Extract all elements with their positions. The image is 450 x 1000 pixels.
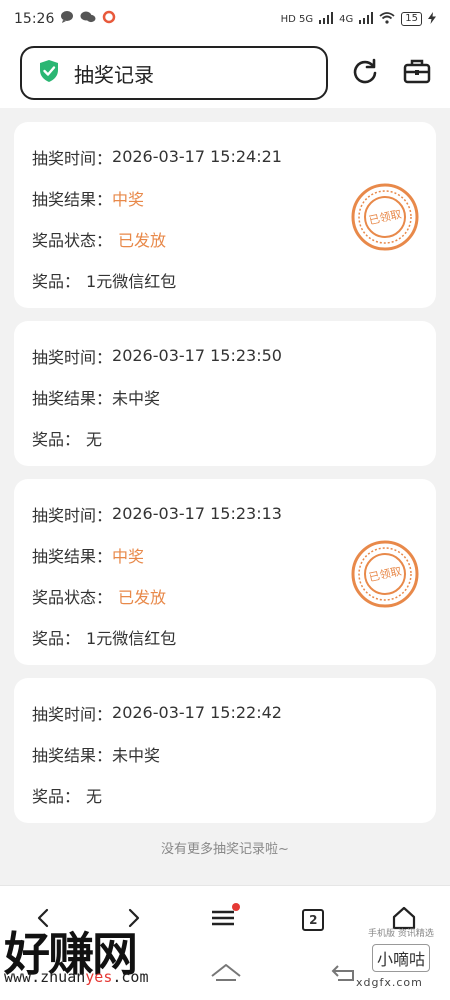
signal-bars-icon [359, 11, 374, 27]
prize-value: 1元微信红包 [86, 271, 177, 291]
prize-value: 无 [86, 786, 103, 806]
prize-value: 无 [86, 429, 103, 449]
watermark-brand: 小嘀咕 [372, 944, 431, 972]
time-label: 抽奖时间： [32, 347, 113, 367]
status-label: 奖品状态： [32, 230, 113, 250]
chat-bubble-icon [60, 10, 74, 28]
watermark-domain: xdgfx.com [356, 976, 423, 989]
prize-label: 奖品： [32, 429, 81, 449]
status-value: 已发放 [118, 230, 167, 250]
time-value: 2026-03-17 15:22:42 [112, 703, 282, 722]
signal-bars-icon [319, 11, 334, 27]
prize-value: 1元微信红包 [86, 628, 177, 648]
signal-5g: HD 5G [280, 13, 314, 25]
stamp-text: 已领取 [368, 208, 403, 228]
claimed-stamp: 已领取 [351, 183, 419, 251]
time-label: 抽奖时间： [32, 704, 113, 724]
system-home-icon[interactable] [210, 962, 242, 986]
watermark-url: www.zhuanyes.com [4, 968, 149, 986]
record-icon [102, 10, 116, 28]
signal-4g: 4G [339, 13, 354, 25]
time-value: 2026-03-17 15:23:50 [112, 346, 282, 365]
app-header: 抽奖记录 [0, 38, 450, 108]
wifi-icon [379, 11, 395, 27]
record-list: 抽奖时间： 2026-03-17 15:24:21 抽奖结果： 中奖 奖品状态： 已发… [14, 122, 436, 836]
charging-icon [428, 11, 436, 27]
result-label: 抽奖结果： [32, 546, 113, 566]
record-card: 抽奖时间： 2026-03-17 15:23:13 抽奖结果： 中奖 奖品状态： 已发… [14, 479, 436, 665]
status-bar: 15:26 HD 5G 4G 15 [0, 0, 450, 38]
page-title: 抽奖记录 [74, 62, 154, 87]
status-value: 已发放 [118, 587, 167, 607]
prize-label: 奖品： [32, 786, 81, 806]
menu-icon[interactable] [210, 903, 240, 933]
status-time: 15:26 [14, 11, 55, 27]
notification-dot [231, 903, 240, 911]
result-label: 抽奖结果： [32, 388, 113, 408]
result-value: 未中奖 [112, 388, 161, 408]
time-label: 抽奖时间： [32, 505, 113, 525]
time-value: 2026-03-17 15:23:13 [112, 504, 282, 523]
wechat-icon [80, 10, 96, 28]
toolbox-button[interactable] [402, 58, 432, 88]
time-label: 抽奖时间： [32, 148, 113, 168]
time-value: 2026-03-17 15:24:21 [112, 147, 282, 166]
result-label: 抽奖结果： [32, 745, 113, 765]
toolbox-icon [403, 58, 431, 88]
result-label: 抽奖结果： [32, 189, 113, 209]
prize-label: 奖品： [32, 628, 81, 648]
shield-check-icon [38, 59, 60, 87]
result-value: 中奖 [112, 189, 145, 209]
record-card: 抽奖时间： 2026-03-17 15:22:42 抽奖结果： 未中奖 奖品：无 [14, 678, 436, 823]
prize-label: 奖品： [32, 271, 81, 291]
refresh-icon [351, 57, 379, 89]
record-card: 抽奖时间： 2026-03-17 15:24:21 抽奖结果： 中奖 奖品状态： 已发… [14, 122, 436, 308]
battery-level: 15 [401, 12, 422, 26]
tabs-icon[interactable]: 2 [302, 909, 325, 931]
result-value: 中奖 [112, 546, 145, 566]
no-more-records-note: 没有更多抽奖记录啦~ [161, 842, 289, 857]
watermark-tagline: 手机版 资讯精选 [368, 929, 434, 939]
system-back-icon[interactable] [330, 964, 356, 986]
stamp-text: 已领取 [368, 565, 403, 585]
result-value: 未中奖 [112, 745, 161, 765]
address-bar[interactable]: 抽奖记录 [20, 46, 328, 100]
refresh-button[interactable] [350, 58, 380, 88]
record-card: 抽奖时间： 2026-03-17 15:23:50 抽奖结果： 未中奖 奖品：无 [14, 321, 436, 466]
status-label: 奖品状态： [32, 587, 113, 607]
claimed-stamp: 已领取 [351, 540, 419, 608]
